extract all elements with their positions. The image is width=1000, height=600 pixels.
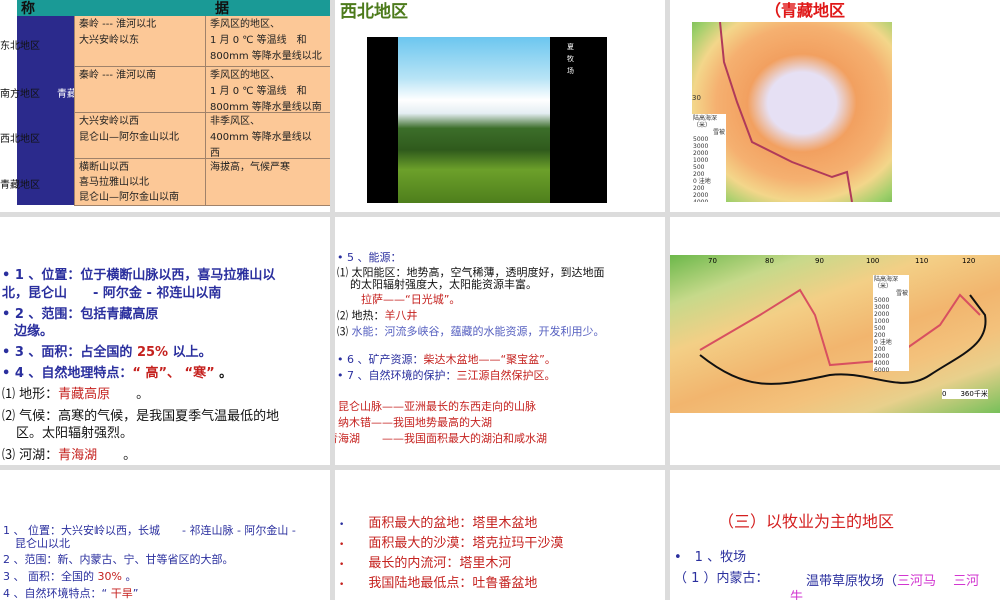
cell-range: 秦岭 --- 淮河以北 大兴安岭以东	[74, 16, 205, 67]
text-geothermal: ⑵ 地热：羊八井	[337, 309, 418, 322]
cell-range: 秦岭 --- 淮河以南	[74, 67, 205, 113]
cell-basis: 非季风区、 400mm 等降水量线以西	[205, 113, 330, 159]
text-climate-cont: 区。太阳辐射强烈。	[16, 426, 134, 441]
text-terrain: ⑴ 地形：青藏高原 。	[2, 387, 150, 402]
slide-region-table[interactable]: 称 据 东北地区 南方地区 青藏高原以东 西北地区 青藏地区 秦岭 --- 淮河…	[0, 0, 330, 212]
text-location: • 1 、位置：位于横断山脉以西，喜马拉雅山以	[2, 268, 276, 283]
text-features: 4 、自然环境特点：“ 干旱”	[3, 587, 139, 600]
northwest-terrain-map: 70 80 90 100 110 120 陆高海深（米） 雪被 5000 3000 2…	[670, 255, 1000, 413]
cell-range: 大兴安岭以西 昆仑山—阿尔金山以北	[74, 113, 205, 159]
slide-northwest-photo[interactable]: 西北地区 夏牧场	[335, 0, 665, 212]
slide-title: （青藏地区	[765, 1, 846, 20]
row-name: 青藏地区	[0, 180, 40, 191]
latitude-label: 30	[692, 94, 701, 102]
text-location-cont: 北，昆仑山 - 阿尔金 - 祁连山以南	[2, 286, 222, 301]
text-location-cont: 昆仑山以北	[15, 537, 70, 550]
scale-bar: 0 360千米	[942, 389, 988, 399]
text-cattle: 牛	[790, 590, 804, 600]
fact-item: • 面积最大的盆地：塔里木盆地	[339, 516, 538, 531]
fact-item: • 最长的内流河：塔里木河	[339, 556, 512, 571]
slide-northwest-facts[interactable]: • 面积最大的盆地：塔里木盆地 • 面积最大的沙漠：塔克拉玛干沙漠 • 最长的内流河：…	[335, 470, 665, 600]
text-area: 3 、 面积：全国的 30% 。	[3, 570, 137, 583]
text-range-cont: 边缘。	[14, 324, 54, 339]
text-solar-cont: 的太阳辐射强度大，太阳能资源丰富。	[350, 278, 537, 291]
elevation-legend: 陆高海深（米） 雪被 5000 3000 2000 1000 500 200 0 洼地 20…	[873, 275, 909, 374]
longitude-label: 90	[815, 257, 824, 265]
longitude-label: 80	[765, 257, 774, 265]
slide-qingzang-overview[interactable]: • 1 、位置：位于横断山脉以西，喜马拉雅山以 北，昆仑山 - 阿尔金 - 祁连…	[0, 217, 330, 465]
slide-qingzang-resources[interactable]: • 5 、能源： ⑴ 太阳能区：地势高，空气稀薄，透明度好，到达地面 的太阳辐射…	[335, 217, 665, 465]
fact-item: • 我国陆地最低点：吐鲁番盆地	[339, 576, 538, 591]
text-protection: • 7 、自然环境的保护：三江源自然保护区。	[337, 369, 556, 382]
text-hydro: ⑶ 水能：河流多峡谷，蕴藏的水能资源，开发利用少。	[337, 325, 605, 338]
slide-pastoral-region[interactable]: （三）以牧业为主的地区 • 1 、牧场 （ 1 ）内蒙古： 温带草原牧场（三河马…	[670, 470, 1000, 600]
row-name: 南方地区	[0, 89, 40, 100]
photo-caption: 夏牧场	[567, 43, 574, 75]
text-grassland: 温带草原牧场（三河马 三河	[806, 574, 980, 589]
text-energy: • 5 、能源：	[337, 251, 402, 264]
text-features: • 4 、自然地理特点：“ 高”、 “寒” 。	[2, 366, 233, 381]
grassland-photo: 夏牧场	[367, 37, 607, 203]
longitude-label: 100	[866, 257, 880, 265]
text-lakes: ⑶ 河湖：青海湖 。	[2, 448, 137, 463]
text-minerals: • 6 、矿产资源：柴达木盆地——“聚宝盆”。	[337, 353, 556, 366]
slide-title: 西北地区	[340, 2, 408, 22]
text-pasture: • 1 、牧场	[674, 550, 747, 565]
cell-range: 横断山以西 喜马拉雅山以北 昆仑山—阿尔金山以南	[74, 159, 205, 206]
slide-northwest-overview[interactable]: 1 、 位置：大兴安岭以西，长城 - 祁连山脉 - 阿尔金山 - 昆仑山以北 2…	[0, 470, 330, 600]
text-inner-mongolia: （ 1 ）内蒙古：	[674, 571, 769, 586]
slide-title: （三）以牧业为主的地区	[718, 512, 895, 531]
text-range: 2 、范围：新、内蒙古、宁、甘等省区的大部。	[3, 553, 234, 566]
qingzang-terrain-map: 30 陆高海深（米） 雪被 5000 3000 2000 1000 500 200 0 洼…	[692, 22, 892, 202]
fact-kunlun: 昆仑山脉——亚洲最长的东西走向的山脉	[338, 400, 536, 413]
fact-item: • 面积最大的沙漠：塔克拉玛干沙漠	[339, 536, 564, 551]
cell-basis: 海拔高，气候严寒	[205, 159, 330, 206]
text-lhasa: 拉萨——“日光城”。	[361, 293, 461, 306]
text-area: • 3 、面积：占全国的 25% 以上。	[2, 345, 212, 360]
slide-northwest-map[interactable]: （西北地区 70 80 90 100 110 120 陆高海深（米）雪被 500…	[670, 217, 1000, 465]
longitude-label: 120	[962, 257, 976, 265]
row-name: 西北地区	[0, 134, 40, 145]
cell-basis: 季风区的地区、 1 月 0 ℃ 等温线 和 800mm 等降水量线以北	[205, 16, 330, 67]
fact-namco: 纳木错——我国地势最高的大湖	[338, 416, 492, 429]
cell-basis: 季风区的地区、 1 月 0 ℃ 等温线 和 800mm 等降水量线以南	[205, 67, 330, 113]
longitude-label: 70	[708, 257, 717, 265]
table-header: 称 据	[17, 0, 330, 17]
pasture-scene-image	[398, 37, 550, 203]
longitude-label: 110	[915, 257, 929, 265]
fact-qinghai-lake: 青海湖 ——我国面积最大的湖泊和咸水湖	[335, 432, 547, 445]
slide-qingzang-map[interactable]: （青藏地区 30 陆高海深（米） 雪被 5000 3000 2000 1000 500 2…	[670, 0, 1000, 212]
elevation-legend: 陆高海深（米） 雪被 5000 3000 2000 1000 500 200 0 洼地 2…	[692, 114, 726, 202]
row-name: 东北地区	[0, 41, 40, 52]
